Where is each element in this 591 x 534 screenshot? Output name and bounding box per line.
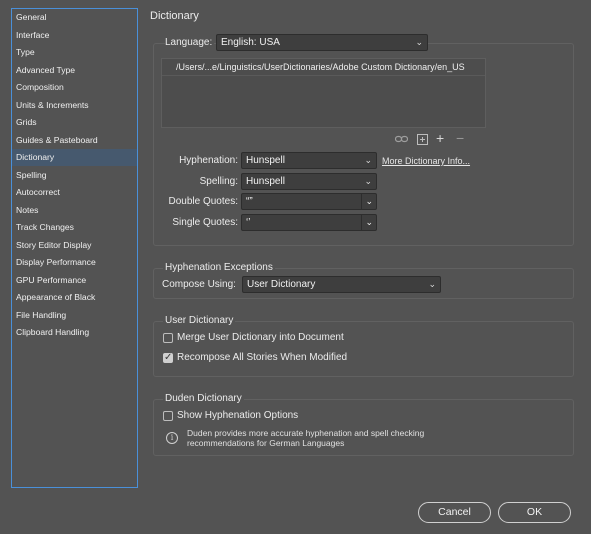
chevron-down-icon: ⌄	[364, 155, 372, 165]
recompose-stories-label[interactable]: Recompose All Stories When Modified	[177, 352, 347, 363]
hyphenation-label: Hyphenation:	[179, 155, 238, 166]
sidebar-item-units-increments[interactable]: Units & Increments	[12, 97, 137, 114]
chevron-down-icon: ⌄	[365, 196, 373, 206]
user-dictionary-title: User Dictionary	[163, 315, 236, 326]
preferences-sidebar: General Interface Type Advanced Type Com…	[11, 8, 138, 488]
sidebar-item-notes[interactable]: Notes	[12, 202, 137, 219]
dictionary-list[interactable]: /Users/...e/Linguistics/UserDictionaries…	[161, 58, 486, 128]
hyphenation-select[interactable]: Hunspell ⌄	[241, 152, 377, 169]
sidebar-item-autocorrect[interactable]: Autocorrect	[12, 184, 137, 201]
duden-dictionary-title: Duden Dictionary	[163, 393, 244, 404]
sidebar-item-gpu-performance[interactable]: GPU Performance	[12, 272, 137, 289]
hyphenation-exceptions-title: Hyphenation Exceptions	[163, 262, 275, 273]
sidebar-item-composition[interactable]: Composition	[12, 79, 137, 96]
sidebar-item-advanced-type[interactable]: Advanced Type	[12, 62, 137, 79]
plus-icon[interactable]: +	[436, 131, 444, 145]
more-dictionary-info-link[interactable]: More Dictionary Info...	[382, 156, 470, 166]
language-select[interactable]: English: USA ⌄	[216, 34, 428, 51]
sidebar-item-display-performance[interactable]: Display Performance	[12, 254, 137, 271]
sidebar-item-type[interactable]: Type	[12, 44, 137, 61]
merge-user-dictionary-checkbox[interactable]	[163, 333, 173, 343]
cancel-button[interactable]: Cancel	[418, 502, 491, 523]
chevron-down-icon: ⌄	[364, 176, 372, 186]
chevron-down-icon: ⌄	[365, 217, 373, 227]
info-icon: i	[166, 432, 178, 444]
user-dictionary-panel	[153, 321, 574, 377]
sidebar-item-clipboard-handling[interactable]: Clipboard Handling	[12, 324, 137, 341]
sidebar-item-file-handling[interactable]: File Handling	[12, 307, 137, 324]
double-quotes-value: “”	[246, 196, 253, 207]
single-quotes-label: Single Quotes:	[172, 217, 238, 228]
sidebar-item-story-editor-display[interactable]: Story Editor Display	[12, 237, 137, 254]
single-quotes-value: ‘’	[246, 217, 251, 228]
ok-button[interactable]: OK	[498, 502, 571, 523]
link-icon[interactable]	[394, 134, 409, 147]
show-hyphenation-options-checkbox[interactable]	[163, 411, 173, 421]
duden-info-text: Duden provides more accurate hyphenation…	[187, 428, 425, 448]
language-label: Language:	[165, 37, 215, 48]
show-hyphenation-options-label[interactable]: Show Hyphenation Options	[177, 410, 298, 421]
page-title: Dictionary	[150, 10, 199, 22]
list-item[interactable]: /Users/...e/Linguistics/UserDictionaries…	[162, 59, 485, 76]
chevron-down-icon: ⌄	[428, 279, 436, 289]
spelling-select[interactable]: Hunspell ⌄	[241, 173, 377, 190]
hyphenation-value: Hunspell	[246, 155, 285, 166]
compose-using-select[interactable]: User Dictionary ⌄	[242, 276, 441, 293]
minus-icon[interactable]: −	[456, 131, 464, 145]
new-dictionary-icon[interactable]	[417, 134, 428, 148]
sidebar-item-general[interactable]: General	[12, 9, 137, 26]
language-value: English: USA	[221, 37, 280, 48]
sidebar-item-guides-pasteboard[interactable]: Guides & Pasteboard	[12, 132, 137, 149]
sidebar-item-track-changes[interactable]: Track Changes	[12, 219, 137, 236]
sidebar-item-interface[interactable]: Interface	[12, 27, 137, 44]
recompose-stories-checkbox[interactable]	[163, 352, 173, 363]
sidebar-item-grids[interactable]: Grids	[12, 114, 137, 131]
chevron-down-icon: ⌄	[415, 37, 423, 47]
sidebar-item-appearance-of-black[interactable]: Appearance of Black	[12, 289, 137, 306]
compose-using-label: Compose Using:	[162, 279, 236, 290]
spelling-value: Hunspell	[246, 176, 285, 187]
spelling-label: Spelling:	[199, 176, 238, 187]
compose-using-value: User Dictionary	[247, 279, 316, 290]
merge-user-dictionary-label[interactable]: Merge User Dictionary into Document	[177, 332, 344, 343]
sidebar-item-spelling[interactable]: Spelling	[12, 167, 137, 184]
double-quotes-label: Double Quotes:	[168, 196, 239, 207]
single-quotes-combo[interactable]: ‘’ ⌄	[241, 214, 377, 231]
sidebar-item-dictionary[interactable]: Dictionary	[12, 149, 137, 166]
double-quotes-combo[interactable]: “” ⌄	[241, 193, 377, 210]
